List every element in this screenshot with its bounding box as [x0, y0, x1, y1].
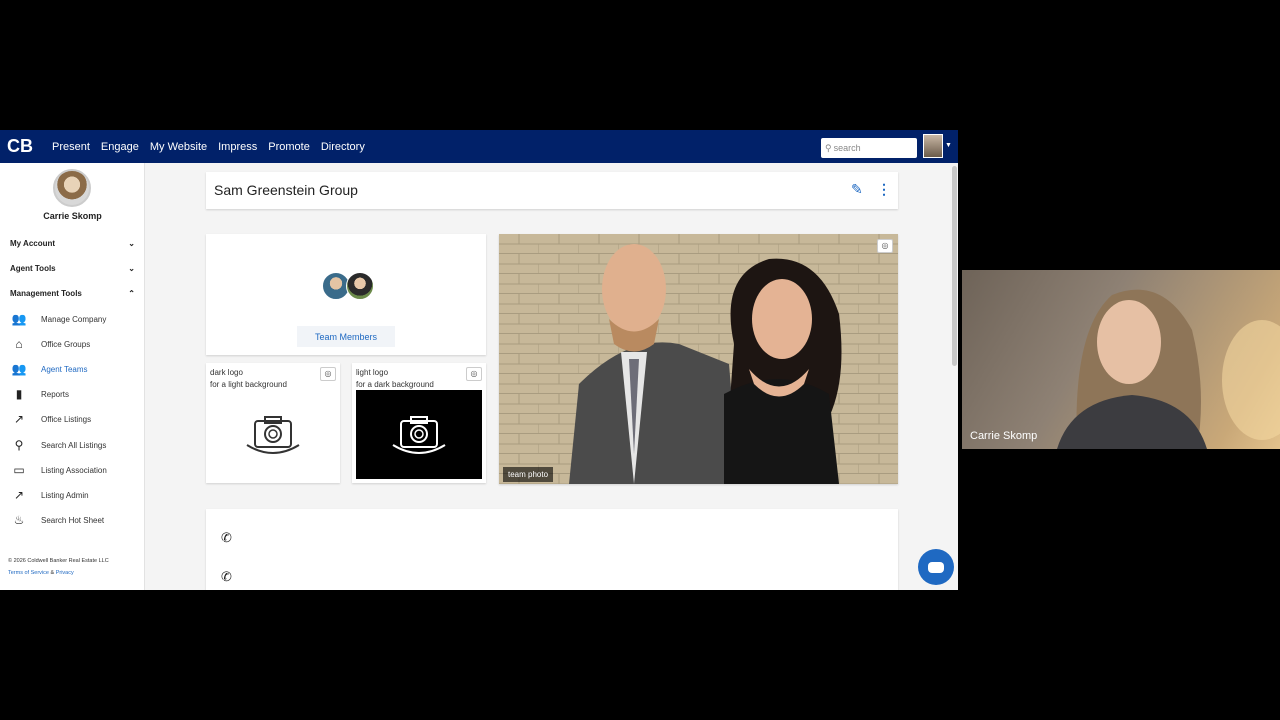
dark-logo-card: dark logo for a light background ◎: [206, 363, 340, 483]
nav-directory[interactable]: Directory: [321, 141, 365, 153]
sidebar-item-label: Listing Admin: [41, 490, 89, 500]
trending-up-icon: ↗: [13, 488, 25, 502]
sidebar-item-label: Office Groups: [41, 339, 91, 349]
nav-engage[interactable]: Engage: [101, 141, 139, 153]
fire-icon: ♨: [13, 513, 25, 527]
page-title: Sam Greenstein Group: [214, 182, 358, 198]
search-icon: ⚲: [825, 142, 832, 153]
sidebar-item-office-groups[interactable]: ⌂ Office Groups: [10, 334, 140, 354]
light-logo-title: light logo: [356, 368, 389, 377]
sidebar-item-manage-company[interactable]: 👥 Manage Company: [10, 309, 140, 329]
sidebar-item-label: Office Listings: [41, 414, 92, 424]
sidebar-item-label: Reports: [41, 389, 70, 399]
scrollbar[interactable]: [952, 166, 957, 366]
app-window: CB Present Engage My Website Impress Pro…: [0, 130, 958, 590]
privacy-link[interactable]: Privacy: [56, 570, 74, 576]
video-feed: Carrie Skomp: [962, 270, 1280, 449]
sidebar-item-label: Listing Association: [41, 465, 107, 475]
coldwell-banker-logo[interactable]: CB: [2, 130, 38, 163]
sidebar: Carrie Skomp My Account ⌄ Agent Tools ⌄ …: [0, 163, 145, 590]
member-avatars: [322, 272, 374, 302]
listing-association-icon: ▭: [13, 463, 25, 477]
sidebar-item-search-hot-sheet[interactable]: ♨ Search Hot Sheet: [10, 510, 140, 530]
camera-placeholder-icon: [392, 415, 446, 454]
caret-down-icon[interactable]: ▼: [945, 142, 952, 149]
people-icon: 👥: [11, 312, 27, 326]
sidebar-item-label: Search All Listings: [41, 440, 107, 450]
nav-impress[interactable]: Impress: [218, 141, 257, 153]
more-options-icon[interactable]: ⋮: [877, 181, 891, 198]
camera-placeholder-icon: [246, 415, 300, 454]
sidebar-item-search-all-listings[interactable]: ⚲ Search All Listings: [10, 435, 140, 455]
terms-link[interactable]: Terms of Service: [8, 570, 49, 576]
main-nav: Present Engage My Website Impress Promot…: [52, 141, 376, 153]
phone-icon: ✆: [221, 569, 232, 584]
chat-bubble-icon: [928, 561, 944, 573]
team-photo-label: team photo: [503, 467, 554, 482]
participant-video: [1057, 289, 1280, 449]
sidebar-item-listing-admin[interactable]: ↗ Listing Admin: [10, 485, 140, 505]
member-avatar[interactable]: [346, 272, 374, 300]
edit-icon[interactable]: ✎: [851, 181, 863, 198]
search-icon: ⚲: [14, 438, 24, 452]
team-photo-card: ◎ team photo: [499, 234, 898, 484]
team-photo: [499, 234, 898, 484]
section-label: Management Tools: [10, 289, 82, 298]
light-logo-label: light logo for a dark background: [356, 367, 434, 391]
sidebar-item-label: Manage Company: [41, 314, 107, 324]
main-content: Sam Greenstein Group ✎ ⋮ Team Members da…: [145, 163, 958, 590]
nav-promote[interactable]: Promote: [268, 141, 310, 153]
contact-card: ✆ ✆: [206, 509, 898, 590]
chevron-up-icon: ⌃: [128, 289, 135, 298]
dark-logo-dropzone[interactable]: [210, 390, 336, 479]
profile-name: Carrie Skomp: [43, 211, 102, 221]
participant-name: Carrie Skomp: [970, 430, 1038, 442]
sidebar-item-reports[interactable]: ▮ Reports: [10, 384, 140, 404]
search-input[interactable]: ⚲ search: [821, 138, 917, 158]
office-groups-icon: ⌂: [15, 337, 23, 351]
chat-button[interactable]: [918, 549, 954, 585]
dark-logo-label: dark logo for a light background: [210, 367, 287, 391]
dark-logo-title: dark logo: [210, 368, 243, 377]
team-members-card: Team Members: [206, 234, 486, 355]
sidebar-item-label: Search Hot Sheet: [41, 515, 105, 525]
upload-camera-icon[interactable]: ◎: [466, 367, 482, 381]
sidebar-item-label: Agent Teams: [41, 364, 88, 374]
section-agent-tools[interactable]: Agent Tools ⌄: [10, 264, 135, 273]
chevron-down-icon: ⌄: [128, 239, 135, 248]
sidebar-item-office-listings[interactable]: ↗ Office Listings: [10, 409, 140, 429]
section-label: Agent Tools: [10, 264, 56, 273]
copyright-text: © 2026 Coldwell Banker Real Estate LLC: [8, 558, 109, 564]
sidebar-item-listing-association[interactable]: ▭ Listing Association: [10, 460, 140, 480]
chevron-down-icon: ⌄: [128, 264, 135, 273]
trend-icon: ↗: [13, 412, 25, 426]
sidebar-item-agent-teams[interactable]: 👥 Agent Teams: [10, 359, 140, 379]
nav-present[interactable]: Present: [52, 141, 90, 153]
light-logo-card: light logo for a dark background ◎: [352, 363, 486, 483]
profile-avatar[interactable]: [53, 169, 91, 207]
light-logo-dropzone[interactable]: [356, 390, 482, 479]
and-separator: &: [50, 570, 55, 576]
upload-camera-icon[interactable]: ◎: [320, 367, 336, 381]
phone-icon: ✆: [221, 530, 232, 545]
section-my-account[interactable]: My Account ⌄: [10, 239, 135, 248]
bar-chart-icon: ▮: [15, 387, 23, 401]
user-avatar[interactable]: [923, 134, 943, 158]
team-title-card: Sam Greenstein Group ✎ ⋮: [206, 172, 898, 209]
search-placeholder: search: [833, 143, 861, 153]
team-members-button[interactable]: Team Members: [297, 326, 395, 347]
agent-teams-icon: 👥: [11, 362, 27, 376]
nav-my-website[interactable]: My Website: [150, 141, 207, 153]
section-management-tools[interactable]: Management Tools ⌃: [10, 289, 135, 298]
top-nav-bar: CB Present Engage My Website Impress Pro…: [0, 130, 958, 163]
section-label: My Account: [10, 239, 56, 248]
upload-camera-icon[interactable]: ◎: [877, 239, 893, 253]
legal-links: Terms of Service & Privacy: [8, 570, 74, 576]
